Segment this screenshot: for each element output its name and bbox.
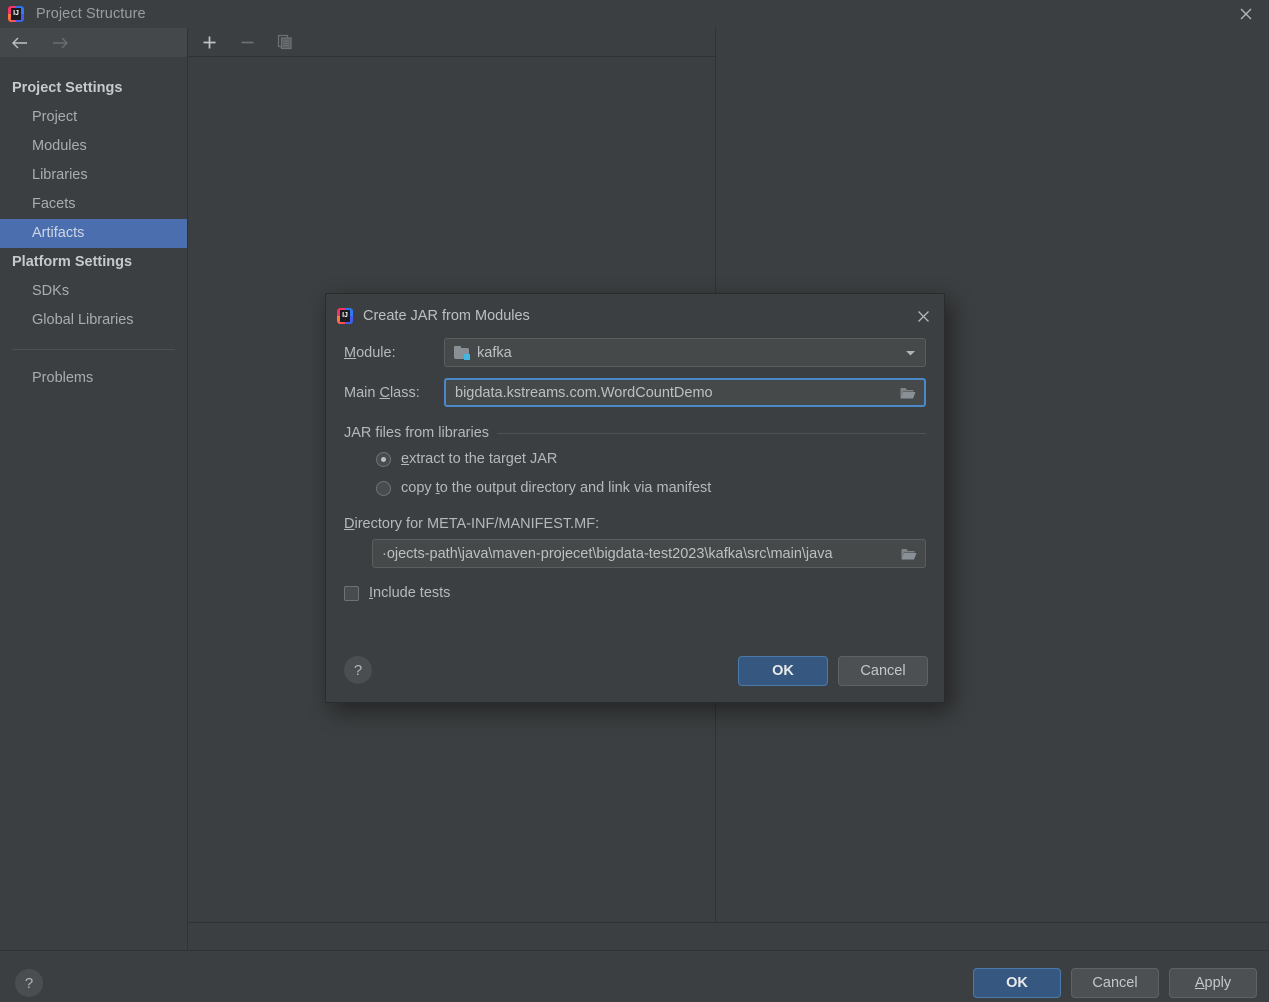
dialog-title: Create JAR from Modules xyxy=(363,308,530,324)
dialog-body: Module: kafka Main Class: bigdata.kstrea… xyxy=(326,338,944,601)
ok-button[interactable]: OK xyxy=(973,968,1061,998)
arrow-right-icon[interactable] xyxy=(48,33,72,53)
include-tests-label: Include tests xyxy=(369,585,450,601)
main-class-input[interactable]: bigdata.kstreams.com.WordCountDemo xyxy=(444,378,926,407)
dialog-footer-buttons: OK Cancel xyxy=(738,656,928,686)
sidebar-item-artifacts[interactable]: Artifacts xyxy=(0,219,187,248)
dialog-titlebar: IJ Create JAR from Modules xyxy=(326,294,944,338)
manifest-label-mnemonic: D xyxy=(344,516,355,532)
sidebar-item-facets[interactable]: Facets xyxy=(0,190,187,219)
dialog-footer: ? OK Cancel xyxy=(326,640,944,702)
radio-button-copy[interactable] xyxy=(376,480,391,496)
module-row: Module: kafka xyxy=(344,338,926,367)
dialog-cancel-button[interactable]: Cancel xyxy=(838,656,928,686)
main-class-label-prefix: Main xyxy=(344,384,380,401)
window-footer-buttons: OK Cancel Apply xyxy=(973,968,1257,998)
manifest-directory-input[interactable]: ·ojects-path\java\maven-projecet\bigdata… xyxy=(372,539,926,568)
radio-copy-prefix: copy xyxy=(401,480,436,496)
arrow-left-icon[interactable] xyxy=(8,33,32,53)
jar-group-header: JAR files from libraries xyxy=(344,425,926,441)
project-structure-window: IJ Project Structure Project Settings Pr… xyxy=(0,0,1269,1002)
radio-extract-mnemonic: e xyxy=(401,451,410,467)
chevron-down-icon[interactable] xyxy=(901,339,919,366)
sidebar-item-sdks[interactable]: SDKs xyxy=(0,277,187,306)
include-tests-checkbox[interactable] xyxy=(344,585,359,601)
sidebar-item-project[interactable]: Project xyxy=(0,103,187,132)
window-title: Project Structure xyxy=(36,6,146,22)
manifest-directory-value: ·ojects-path\java\maven-projecet\bigdata… xyxy=(382,545,833,562)
main-class-label: Main Class: xyxy=(344,385,444,401)
apply-label-rest: pply xyxy=(1204,975,1232,991)
module-combobox[interactable]: kafka xyxy=(444,338,926,367)
dialog-ok-button[interactable]: OK xyxy=(738,656,828,686)
main-class-value: bigdata.kstreams.com.WordCountDemo xyxy=(455,384,713,401)
main-class-row: Main Class: bigdata.kstreams.com.WordCou… xyxy=(344,378,926,407)
module-folder-icon xyxy=(454,345,470,360)
radio-button-extract[interactable] xyxy=(376,451,391,467)
plus-icon[interactable] xyxy=(198,31,220,53)
manifest-directory-row: ·ojects-path\java\maven-projecet\bigdata… xyxy=(344,539,926,568)
copy-icon xyxy=(274,31,296,53)
sidebar-divider xyxy=(12,349,175,350)
module-value: kafka xyxy=(477,344,512,361)
sidebar-item-global-libraries[interactable]: Global Libraries xyxy=(0,306,187,335)
radio-extract-rest: xtract to the target JAR xyxy=(409,451,558,467)
radio-copy-label: copy to the output directory and link vi… xyxy=(401,480,711,496)
folder-open-icon[interactable] xyxy=(899,547,919,561)
sidebar-item-libraries[interactable]: Libraries xyxy=(0,161,187,190)
intellij-idea-logo-icon: IJ xyxy=(337,308,353,324)
intellij-idea-logo-icon: IJ xyxy=(8,6,24,22)
radio-extract-to-target-jar[interactable]: extract to the target JAR xyxy=(344,451,926,467)
help-button[interactable]: ? xyxy=(15,969,43,997)
sidebar-navbar xyxy=(0,28,187,57)
settings-sidebar: Project Settings Project Modules Librari… xyxy=(0,28,188,950)
module-label: Module: xyxy=(344,345,444,361)
include-tests-row[interactable]: Include tests xyxy=(344,585,926,601)
include-tests-rest: nclude tests xyxy=(373,585,451,601)
jar-group-title: JAR files from libraries xyxy=(344,425,490,441)
radio-extract-label: extract to the target JAR xyxy=(401,451,557,467)
sidebar-item-modules[interactable]: Modules xyxy=(0,132,187,161)
create-jar-dialog: IJ Create JAR from Modules Module: kafka xyxy=(325,293,945,703)
dialog-help-button[interactable]: ? xyxy=(344,656,372,684)
close-icon[interactable] xyxy=(1223,0,1269,28)
apply-mnemonic: A xyxy=(1194,975,1205,991)
sidebar-item-problems[interactable]: Problems xyxy=(0,364,187,393)
manifest-directory-label: Directory for META-INF/MANIFEST.MF: xyxy=(344,516,926,532)
folder-open-icon[interactable] xyxy=(898,386,918,400)
module-label-rest: odule: xyxy=(356,344,396,361)
content-bottom-divider xyxy=(188,922,1269,923)
minus-icon xyxy=(236,31,258,53)
main-class-label-rest: lass: xyxy=(389,384,420,401)
artifacts-toolbar xyxy=(188,28,715,57)
close-icon[interactable] xyxy=(910,303,936,329)
manifest-label-rest: irectory for META-INF/MANIFEST.MF: xyxy=(354,516,600,532)
window-titlebar: IJ Project Structure xyxy=(0,0,1269,28)
radio-copy-to-output-directory[interactable]: copy to the output directory and link vi… xyxy=(344,480,926,496)
apply-button[interactable]: Apply xyxy=(1169,968,1257,998)
jar-group-separator xyxy=(497,432,926,434)
sidebar-group-header-project-settings: Project Settings xyxy=(12,80,123,96)
main-class-label-mnemonic: C xyxy=(379,384,390,401)
sidebar-list: Project Settings Project Modules Librari… xyxy=(0,57,187,393)
window-footer: ? OK Cancel Apply xyxy=(0,950,1269,1002)
sidebar-group-header-platform-settings: Platform Settings xyxy=(12,254,133,270)
cancel-button[interactable]: Cancel xyxy=(1071,968,1159,998)
module-label-mnemonic: M xyxy=(344,344,357,361)
radio-copy-rest: o the output directory and link via mani… xyxy=(439,480,712,496)
